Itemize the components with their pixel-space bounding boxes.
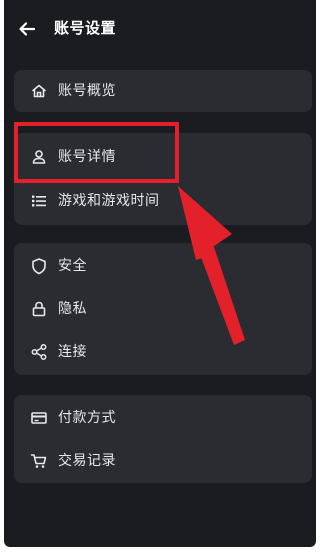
page-title: 账号设置 xyxy=(54,19,117,37)
shield-icon xyxy=(30,257,48,275)
menu-item-account-details[interactable]: 账号详情 xyxy=(14,136,312,178)
menu-item-label: 隐私 xyxy=(58,301,87,317)
card-account-overview: 账号概览 xyxy=(14,70,312,112)
menu-item-label: 付款方式 xyxy=(58,410,116,426)
menu-item-connections[interactable]: 连接 xyxy=(14,331,312,373)
cart-icon xyxy=(30,452,48,470)
menu-item-privacy[interactable]: 隐私 xyxy=(14,288,312,330)
menu-item-games-and-playtime[interactable]: 游戏和游戏时间 xyxy=(14,180,312,222)
list-icon xyxy=(30,192,48,210)
credit-card-icon xyxy=(30,409,48,427)
user-icon xyxy=(30,148,48,166)
phone-screen: 账号设置 账号概览 账号详情 游戏和游戏时间 安全 隐私 连接 付款方式 交易记… xyxy=(4,0,316,547)
lock-icon xyxy=(30,300,48,318)
arrow-left-icon xyxy=(19,22,36,36)
menu-item-transaction-history[interactable]: 交易记录 xyxy=(14,440,312,482)
card-security-privacy: 安全 隐私 连接 xyxy=(14,243,312,375)
menu-item-security[interactable]: 安全 xyxy=(14,245,312,287)
menu-item-label: 账号概览 xyxy=(58,83,116,99)
menu-item-label: 安全 xyxy=(58,258,87,274)
menu-item-payment-methods[interactable]: 付款方式 xyxy=(14,397,312,439)
menu-item-label: 账号详情 xyxy=(58,149,116,165)
share-icon xyxy=(30,343,48,361)
back-button[interactable] xyxy=(16,18,38,40)
menu-item-label: 交易记录 xyxy=(58,453,116,469)
card-payments: 付款方式 交易记录 xyxy=(14,395,312,483)
menu-item-label: 游戏和游戏时间 xyxy=(58,193,160,209)
home-icon xyxy=(30,82,48,100)
card-account-details: 账号详情 游戏和游戏时间 xyxy=(14,133,312,225)
menu-item-label: 连接 xyxy=(58,344,87,360)
header-bar: 账号设置 xyxy=(4,0,316,56)
menu-item-account-overview[interactable]: 账号概览 xyxy=(14,70,312,112)
